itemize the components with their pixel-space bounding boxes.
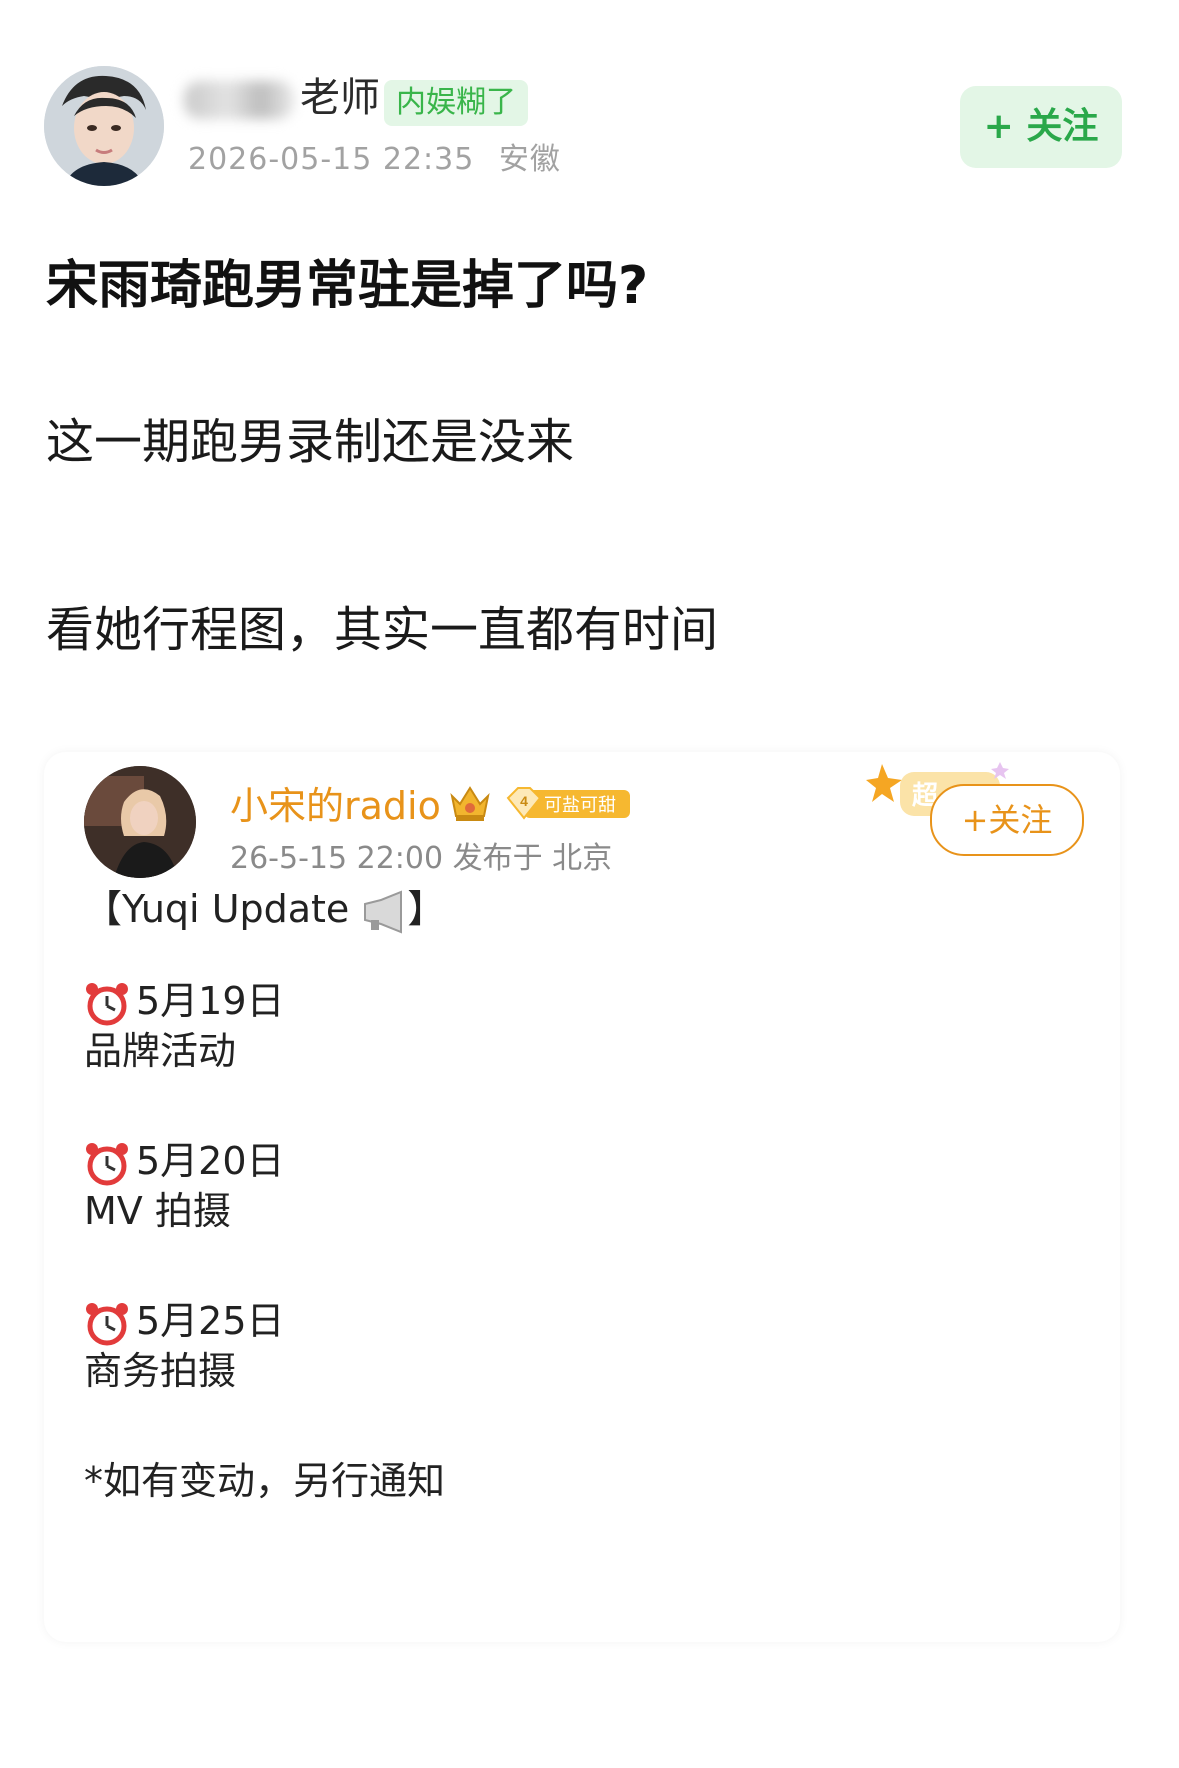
schedule-item-1-event: 品牌活动 (84, 1029, 237, 1073)
schedule-item-2-date: 5月20日 (84, 1134, 285, 1188)
schedule-item-3-date: 5月25日 (84, 1294, 285, 1348)
follow-button[interactable]: + 关注 (960, 86, 1122, 168)
blurred-name-part (184, 81, 294, 119)
schedule-item-1-date: 5月19日 (84, 974, 285, 1028)
schedule-item-3-event: 商务拍摄 (84, 1349, 237, 1393)
level-label: 可盐可甜 (544, 795, 616, 816)
author-tag: 内娱糊了 (384, 80, 528, 126)
post-paragraph-2: 看她行程图，其实一直都有时间 (46, 602, 719, 658)
quoted-author-avatar[interactable] (84, 766, 196, 878)
level-badge: 4 可盐可甜 (506, 786, 632, 822)
quoted-post-card[interactable]: 小宋的radio 4 可盐可甜 26-5-15 22:00 发布于 北京 超 +… (44, 752, 1120, 1642)
post-header: 老师 内娱糊了 2026-05-15 22:35 安徽 + 关注 (0, 0, 1179, 200)
author-avatar[interactable] (44, 66, 164, 186)
crown-icon (450, 786, 490, 821)
quoted-heading: 【Yuqi Update 】 (84, 882, 445, 936)
post-title: 宋雨琦跑男常驻是掉了吗? (46, 256, 649, 316)
post-meta: 2026-05-15 22:35 安徽 (188, 138, 561, 182)
quoted-follow-button[interactable]: +关注 (930, 784, 1084, 856)
post-paragraph-1: 这一期跑男录制还是没来 (46, 414, 575, 470)
alarm-clock-icon (86, 982, 128, 1025)
post-location: 安徽 (498, 142, 561, 177)
author-name[interactable]: 老师 (184, 70, 380, 126)
alarm-clock-icon (86, 1302, 128, 1345)
quoted-post-meta: 26-5-15 22:00 发布于 北京 (230, 841, 613, 876)
alarm-clock-icon (86, 1142, 128, 1185)
level-number: 4 (520, 793, 528, 809)
schedule-note: *如有变动，另行通知 (84, 1459, 446, 1503)
post-timestamp: 2026-05-15 22:35 (188, 142, 475, 177)
quoted-author-name[interactable]: 小宋的radio (230, 778, 441, 834)
megaphone-icon (364, 890, 403, 933)
schedule-item-2-event: MV 拍摄 (84, 1189, 231, 1233)
